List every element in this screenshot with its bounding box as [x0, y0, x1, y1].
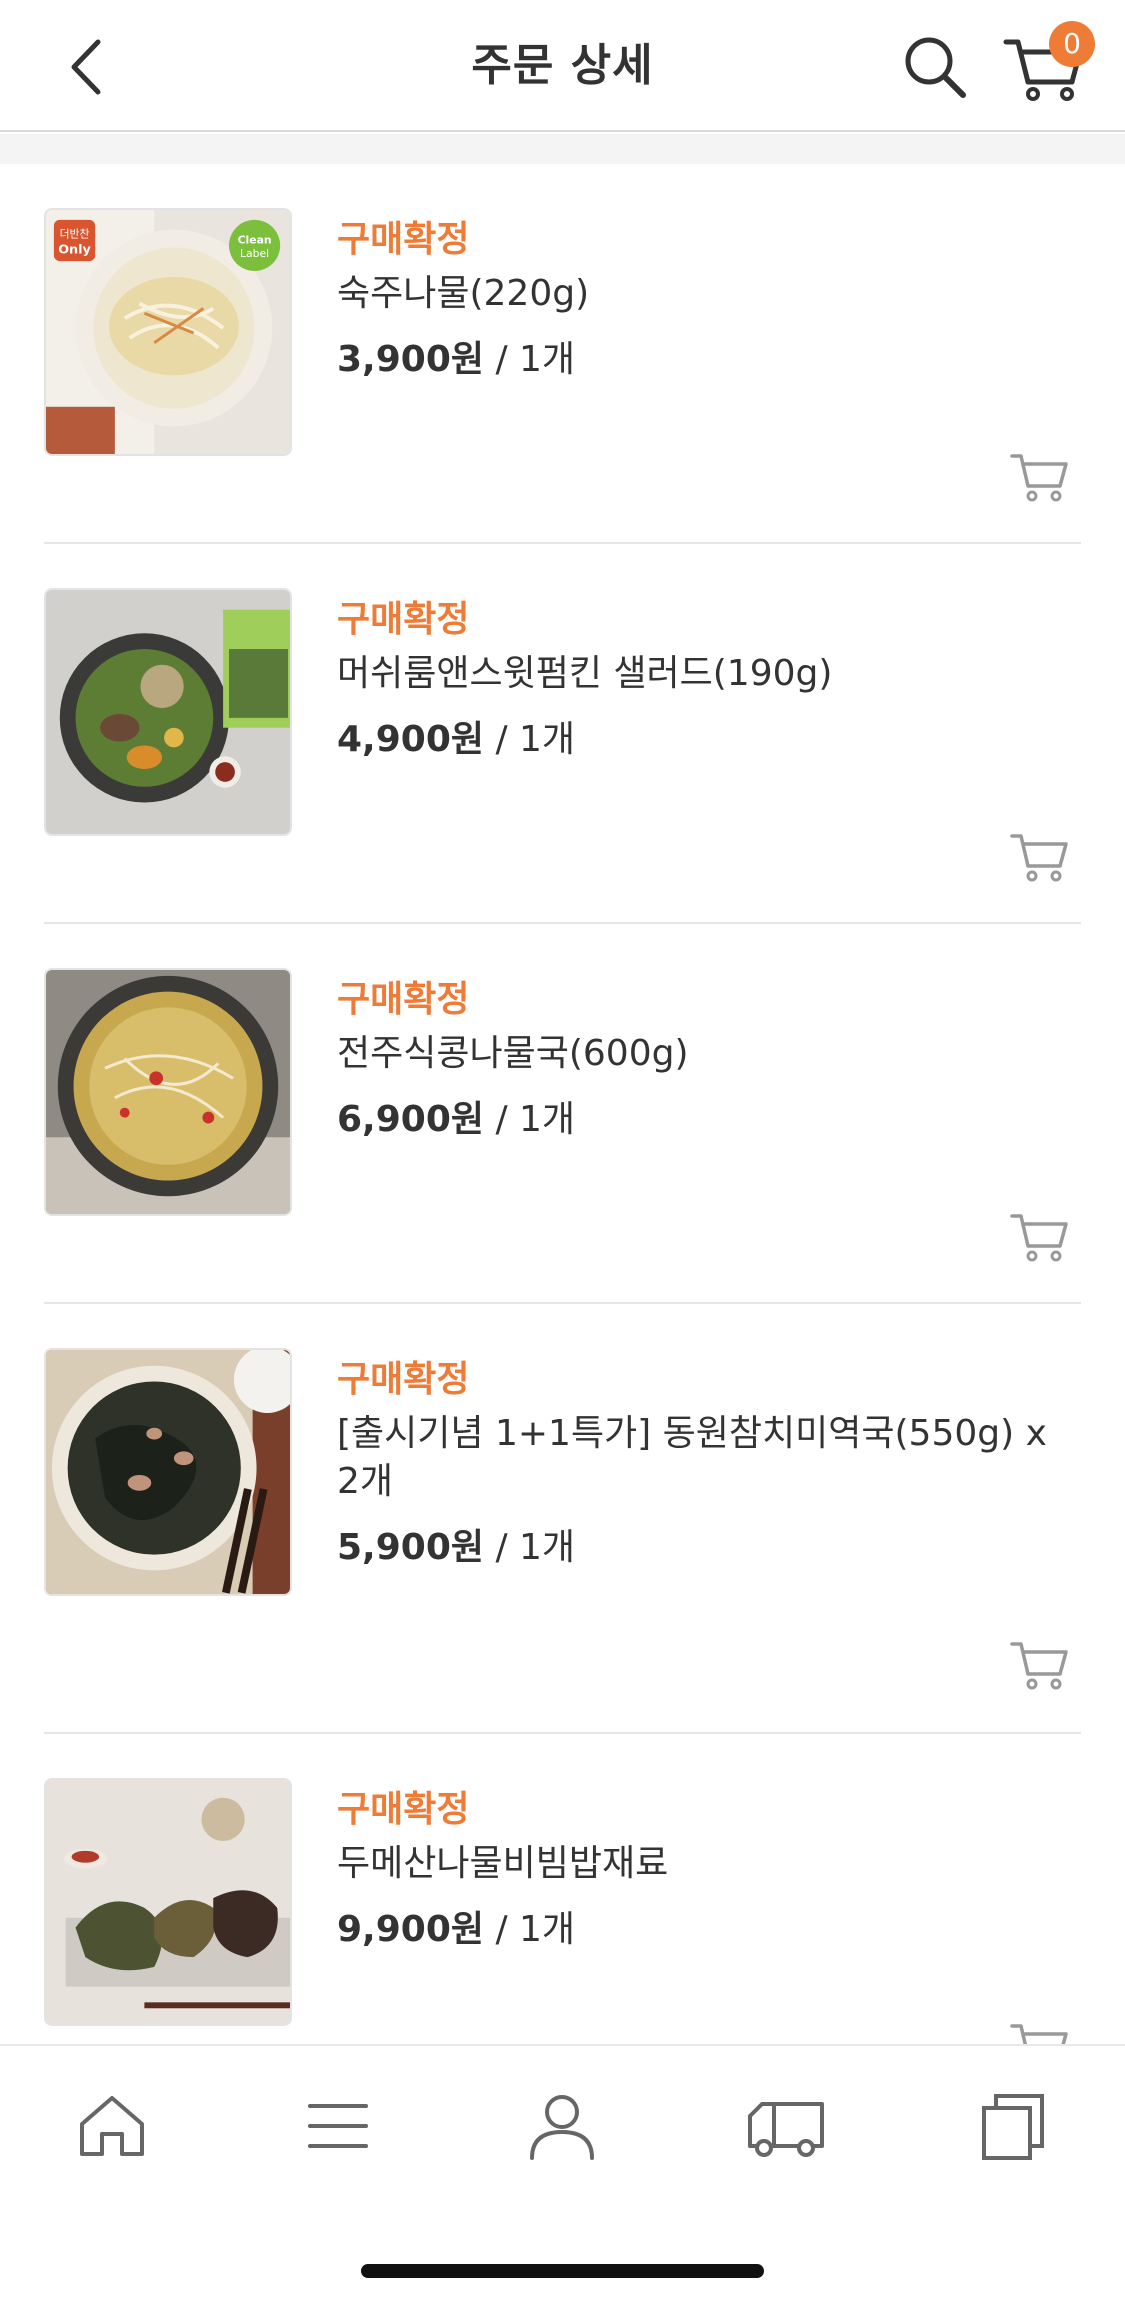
product-image[interactable]: 더반찬 Only Clean Label	[44, 208, 292, 456]
only-badge-bottom: Only	[58, 242, 91, 257]
bean-sprout-dish-image: 더반찬 Only Clean Label	[46, 210, 290, 454]
product-image[interactable]	[44, 1348, 292, 1596]
product-name[interactable]: 전주식콩나물국(600g)	[337, 1030, 1077, 1078]
cart-outline-icon	[1010, 1214, 1068, 1262]
order-status: 구매확정	[337, 979, 470, 1020]
tab-menu[interactable]	[298, 2086, 378, 2166]
top-nav-bar: 주문 상세 0	[0, 0, 1125, 132]
cart-count-badge: 0	[1049, 21, 1095, 67]
product-price-line: 4,900원 / 1개	[337, 710, 575, 762]
tab-delivery[interactable]	[746, 2086, 826, 2166]
home-icon	[80, 2096, 144, 2156]
add-to-cart-button[interactable]	[1008, 448, 1072, 504]
product-price: 9,900원	[337, 1909, 484, 1950]
chevron-left-icon	[71, 39, 101, 95]
product-price-line: 6,900원 / 1개	[337, 1090, 575, 1142]
product-image[interactable]	[44, 588, 292, 836]
order-status: 구매확정	[337, 1359, 470, 1400]
recent-items-icon	[982, 2094, 1044, 2160]
sprout-soup-image	[46, 970, 290, 1214]
cart-outline-icon	[1010, 1642, 1068, 1690]
product-qty: / 1개	[484, 1909, 576, 1950]
user-icon	[530, 2095, 594, 2160]
add-to-cart-button[interactable]	[1008, 2018, 1072, 2044]
seaweed-soup-image	[46, 1350, 290, 1594]
search-icon	[905, 37, 966, 98]
tab-home[interactable]	[72, 2086, 152, 2166]
product-price: 5,900원	[337, 1527, 484, 1568]
add-to-cart-button[interactable]	[1008, 828, 1072, 884]
item-divider	[44, 542, 1081, 544]
clean-badge-top: Clean	[238, 233, 272, 246]
clean-badge-bottom: Label	[240, 247, 269, 260]
product-qty: / 1개	[484, 719, 576, 760]
search-button[interactable]	[900, 32, 970, 102]
back-button[interactable]	[60, 36, 116, 98]
product-price: 4,900원	[337, 719, 484, 760]
tab-account[interactable]	[522, 2086, 602, 2166]
product-qty: / 1개	[484, 1527, 576, 1568]
truck-icon	[748, 2102, 824, 2157]
home-indicator	[361, 2264, 764, 2278]
product-price-line: 9,900원 / 1개	[337, 1900, 575, 1952]
add-to-cart-button[interactable]	[1008, 1636, 1072, 1692]
cart-outline-icon	[1010, 834, 1068, 882]
tab-recent-items[interactable]	[972, 2086, 1052, 2166]
product-name[interactable]: 숙주나물(220g)	[337, 270, 1077, 318]
menu-icon	[308, 2104, 368, 2148]
product-qty: / 1개	[484, 339, 576, 380]
item-divider	[44, 1302, 1081, 1304]
product-name[interactable]: [출시기념 1+1특가] 동원참치미역국(550g) x 2개	[337, 1410, 1077, 1506]
product-name[interactable]: 두메산나물비빔밥재료	[337, 1840, 1077, 1888]
add-to-cart-button[interactable]	[1008, 1208, 1072, 1264]
product-image[interactable]	[44, 1778, 292, 2026]
product-name[interactable]: 머쉬룸앤스윗펌킨 샐러드(190g)	[337, 650, 1077, 698]
product-price: 6,900원	[337, 1099, 484, 1140]
salad-bowl-image	[46, 590, 290, 834]
order-status: 구매확정	[337, 219, 470, 260]
item-divider	[44, 922, 1081, 924]
product-price-line: 5,900원 / 1개	[337, 1518, 575, 1570]
cart-outline-icon	[1010, 454, 1068, 502]
item-divider	[44, 1732, 1081, 1734]
product-qty: / 1개	[484, 1099, 576, 1140]
only-badge-top: 더반찬	[60, 227, 90, 241]
product-price-line: 3,900원 / 1개	[337, 330, 575, 382]
order-status: 구매확정	[337, 1789, 470, 1830]
product-image[interactable]	[44, 968, 292, 1216]
mountain-greens-image	[46, 1780, 290, 2024]
product-price: 3,900원	[337, 339, 484, 380]
section-gap	[0, 134, 1125, 164]
cart-outline-icon	[1010, 2024, 1068, 2044]
order-status: 구매확정	[337, 599, 470, 640]
order-item-list: 더반찬 Only Clean Label 구매확정 숙주나물(220g) 3,9…	[0, 164, 1125, 2044]
